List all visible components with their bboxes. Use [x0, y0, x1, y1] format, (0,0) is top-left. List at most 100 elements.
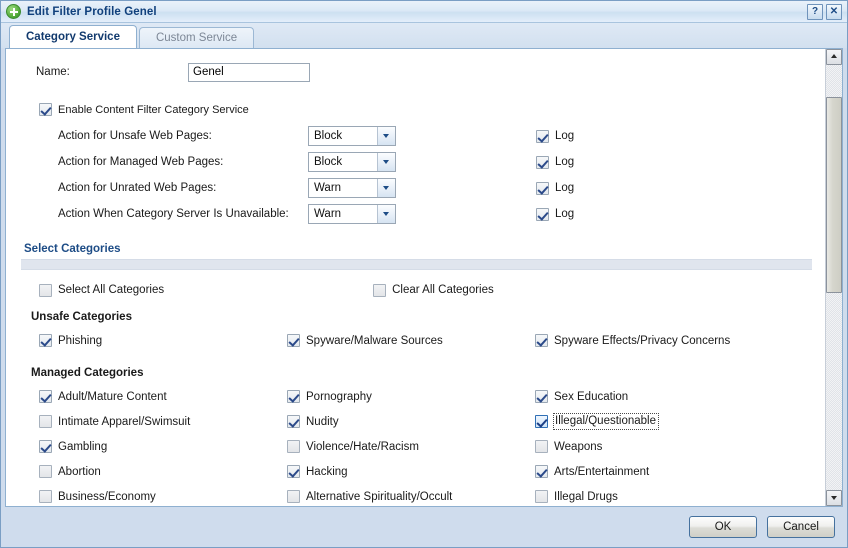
enable-content-filter-checkbox[interactable]	[39, 103, 52, 116]
action-unrated-value: Warn	[314, 182, 342, 194]
category-arts-entertainment-checkbox[interactable]	[535, 465, 548, 478]
category-illegal-drugs-checkbox[interactable]	[535, 490, 548, 503]
scrollbar-thumb[interactable]	[826, 97, 842, 293]
select-all-categories-checkbox[interactable]	[39, 283, 52, 297]
tab-custom-service[interactable]: Custom Service	[138, 27, 255, 48]
dialog-titlebar: Edit Filter Profile Genel ? ✕	[1, 1, 847, 23]
category-gambling-checkbox[interactable]	[39, 440, 52, 453]
action-server-unavailable-select[interactable]: Warn	[308, 204, 396, 224]
action-unrated-log-checkbox[interactable]	[536, 181, 549, 195]
category-illegal-questionable-checkbox[interactable]	[535, 415, 548, 428]
category-weapons-checkbox[interactable]	[535, 440, 548, 453]
table-row: Gambling Violence/Hate/Racism Weapons	[39, 434, 825, 459]
vertical-scrollbar[interactable]	[825, 49, 842, 506]
category-pornography[interactable]: Pornography	[287, 390, 535, 404]
chevron-down-icon[interactable]	[377, 127, 395, 145]
clear-all-categories-label: Clear All Categories	[392, 284, 494, 296]
dialog-footer: OK Cancel	[1, 507, 847, 547]
action-server-unavailable-log[interactable]: Log	[536, 207, 574, 221]
action-unsafe-log-checkbox[interactable]	[536, 129, 549, 143]
select-all-categories-item[interactable]: Select All Categories	[39, 283, 164, 297]
action-row-server-unavailable: Action When Category Server Is Unavailab…	[6, 201, 825, 227]
chevron-down-icon[interactable]	[377, 205, 395, 223]
scroll-viewport: Name: Enable Content Filter Category Ser…	[6, 49, 825, 506]
category-arts-entertainment[interactable]: Arts/Entertainment	[535, 465, 783, 479]
category-illegal-questionable[interactable]: Illegal/Questionable	[535, 413, 783, 430]
category-abortion-label: Abortion	[58, 465, 101, 478]
category-business-economy[interactable]: Business/Economy	[39, 490, 287, 504]
category-intimate-apparel-swimsuit-checkbox[interactable]	[39, 415, 52, 428]
category-adult-mature-content[interactable]: Adult/Mature Content	[39, 390, 287, 404]
close-icon[interactable]: ✕	[826, 3, 842, 20]
clear-all-categories-item[interactable]: Clear All Categories	[373, 283, 494, 297]
category-alternative-spirituality-occult-checkbox[interactable]	[287, 490, 300, 503]
name-input[interactable]	[188, 62, 310, 82]
category-sex-education[interactable]: Sex Education	[535, 390, 783, 404]
help-icon[interactable]: ?	[807, 3, 823, 20]
category-hacking-label: Hacking	[306, 465, 348, 478]
clear-all-categories-checkbox[interactable]	[373, 283, 387, 297]
category-hacking[interactable]: Hacking	[287, 465, 535, 479]
category-spyware-malware-sources-label: Spyware/Malware Sources	[306, 334, 443, 347]
enable-content-filter-row[interactable]: Enable Content Filter Category Service	[6, 83, 825, 116]
table-row: Business/Economy Alternative Spiritualit…	[39, 484, 825, 506]
category-nudity[interactable]: Nudity	[287, 415, 535, 429]
category-sex-education-checkbox[interactable]	[535, 390, 548, 403]
category-abortion-checkbox[interactable]	[39, 465, 52, 478]
action-server-unavailable-log-checkbox[interactable]	[536, 207, 549, 221]
category-spyware-malware-sources[interactable]: Spyware/Malware Sources	[287, 334, 535, 348]
category-business-economy-label: Business/Economy	[58, 490, 156, 503]
category-hacking-checkbox[interactable]	[287, 465, 300, 478]
category-gambling[interactable]: Gambling	[39, 440, 287, 454]
green-circle-plus-icon	[6, 4, 21, 19]
category-nudity-label: Nudity	[306, 415, 339, 428]
chevron-down-icon[interactable]	[377, 179, 395, 197]
select-categories-heading: Select Categories	[24, 243, 121, 255]
action-server-unavailable-value: Warn	[314, 208, 342, 220]
action-row-managed: Action for Managed Web Pages: Block Log	[6, 149, 825, 175]
action-managed-log[interactable]: Log	[536, 155, 574, 169]
category-intimate-apparel-swimsuit-label: Intimate Apparel/Swimsuit	[58, 415, 191, 428]
action-unrated-select[interactable]: Warn	[308, 178, 396, 198]
category-intimate-apparel-swimsuit[interactable]: Intimate Apparel/Swimsuit	[39, 415, 287, 429]
category-phishing-checkbox[interactable]	[39, 334, 52, 347]
ok-button[interactable]: OK	[689, 516, 757, 538]
action-server-unavailable-log-label: Log	[555, 208, 575, 220]
category-adult-mature-content-checkbox[interactable]	[39, 390, 52, 403]
category-spyware-effects-privacy-concerns-checkbox[interactable]	[535, 334, 548, 347]
category-phishing[interactable]: Phishing	[39, 334, 287, 348]
action-managed-log-checkbox[interactable]	[536, 155, 549, 169]
action-unsafe-log[interactable]: Log	[536, 129, 574, 143]
category-alternative-spirituality-occult[interactable]: Alternative Spirituality/Occult	[287, 490, 535, 504]
action-unrated-label: Action for Unrated Web Pages:	[58, 182, 217, 194]
tab-category-service[interactable]: Category Service	[9, 25, 137, 48]
chevron-down-icon[interactable]	[377, 153, 395, 171]
category-nudity-checkbox[interactable]	[287, 415, 300, 428]
action-unrated-log[interactable]: Log	[536, 181, 574, 195]
triangle-down-icon[interactable]	[826, 490, 842, 506]
cancel-button[interactable]: Cancel	[767, 516, 835, 538]
category-violence-hate-racism[interactable]: Violence/Hate/Racism	[287, 440, 535, 454]
category-spyware-effects-privacy-concerns[interactable]: Spyware Effects/Privacy Concerns	[535, 334, 783, 348]
category-abortion[interactable]: Abortion	[39, 465, 287, 479]
category-spyware-malware-sources-checkbox[interactable]	[287, 334, 300, 347]
category-sex-education-label: Sex Education	[554, 390, 629, 403]
category-arts-entertainment-label: Arts/Entertainment	[554, 465, 650, 478]
select-all-row: Select All Categories Clear All Categori…	[6, 270, 825, 297]
name-label: Name:	[36, 66, 70, 78]
enable-content-filter-label: Enable Content Filter Category Service	[58, 103, 249, 116]
category-illegal-drugs-label: Illegal Drugs	[554, 490, 618, 503]
unsafe-categories-heading: Unsafe Categories	[31, 311, 132, 323]
section-divider	[21, 259, 812, 270]
category-illegal-questionable-label: Illegal/Questionable	[555, 415, 657, 427]
category-business-economy-checkbox[interactable]	[39, 490, 52, 503]
action-managed-select[interactable]: Block	[308, 152, 396, 172]
triangle-up-icon[interactable]	[826, 49, 842, 65]
action-managed-log-label: Log	[555, 156, 575, 168]
action-unsafe-select[interactable]: Block	[308, 126, 396, 146]
category-violence-hate-racism-checkbox[interactable]	[287, 440, 300, 453]
category-illegal-drugs[interactable]: Illegal Drugs	[535, 490, 783, 504]
category-phishing-label: Phishing	[58, 334, 103, 347]
category-weapons[interactable]: Weapons	[535, 440, 783, 454]
category-pornography-checkbox[interactable]	[287, 390, 300, 403]
